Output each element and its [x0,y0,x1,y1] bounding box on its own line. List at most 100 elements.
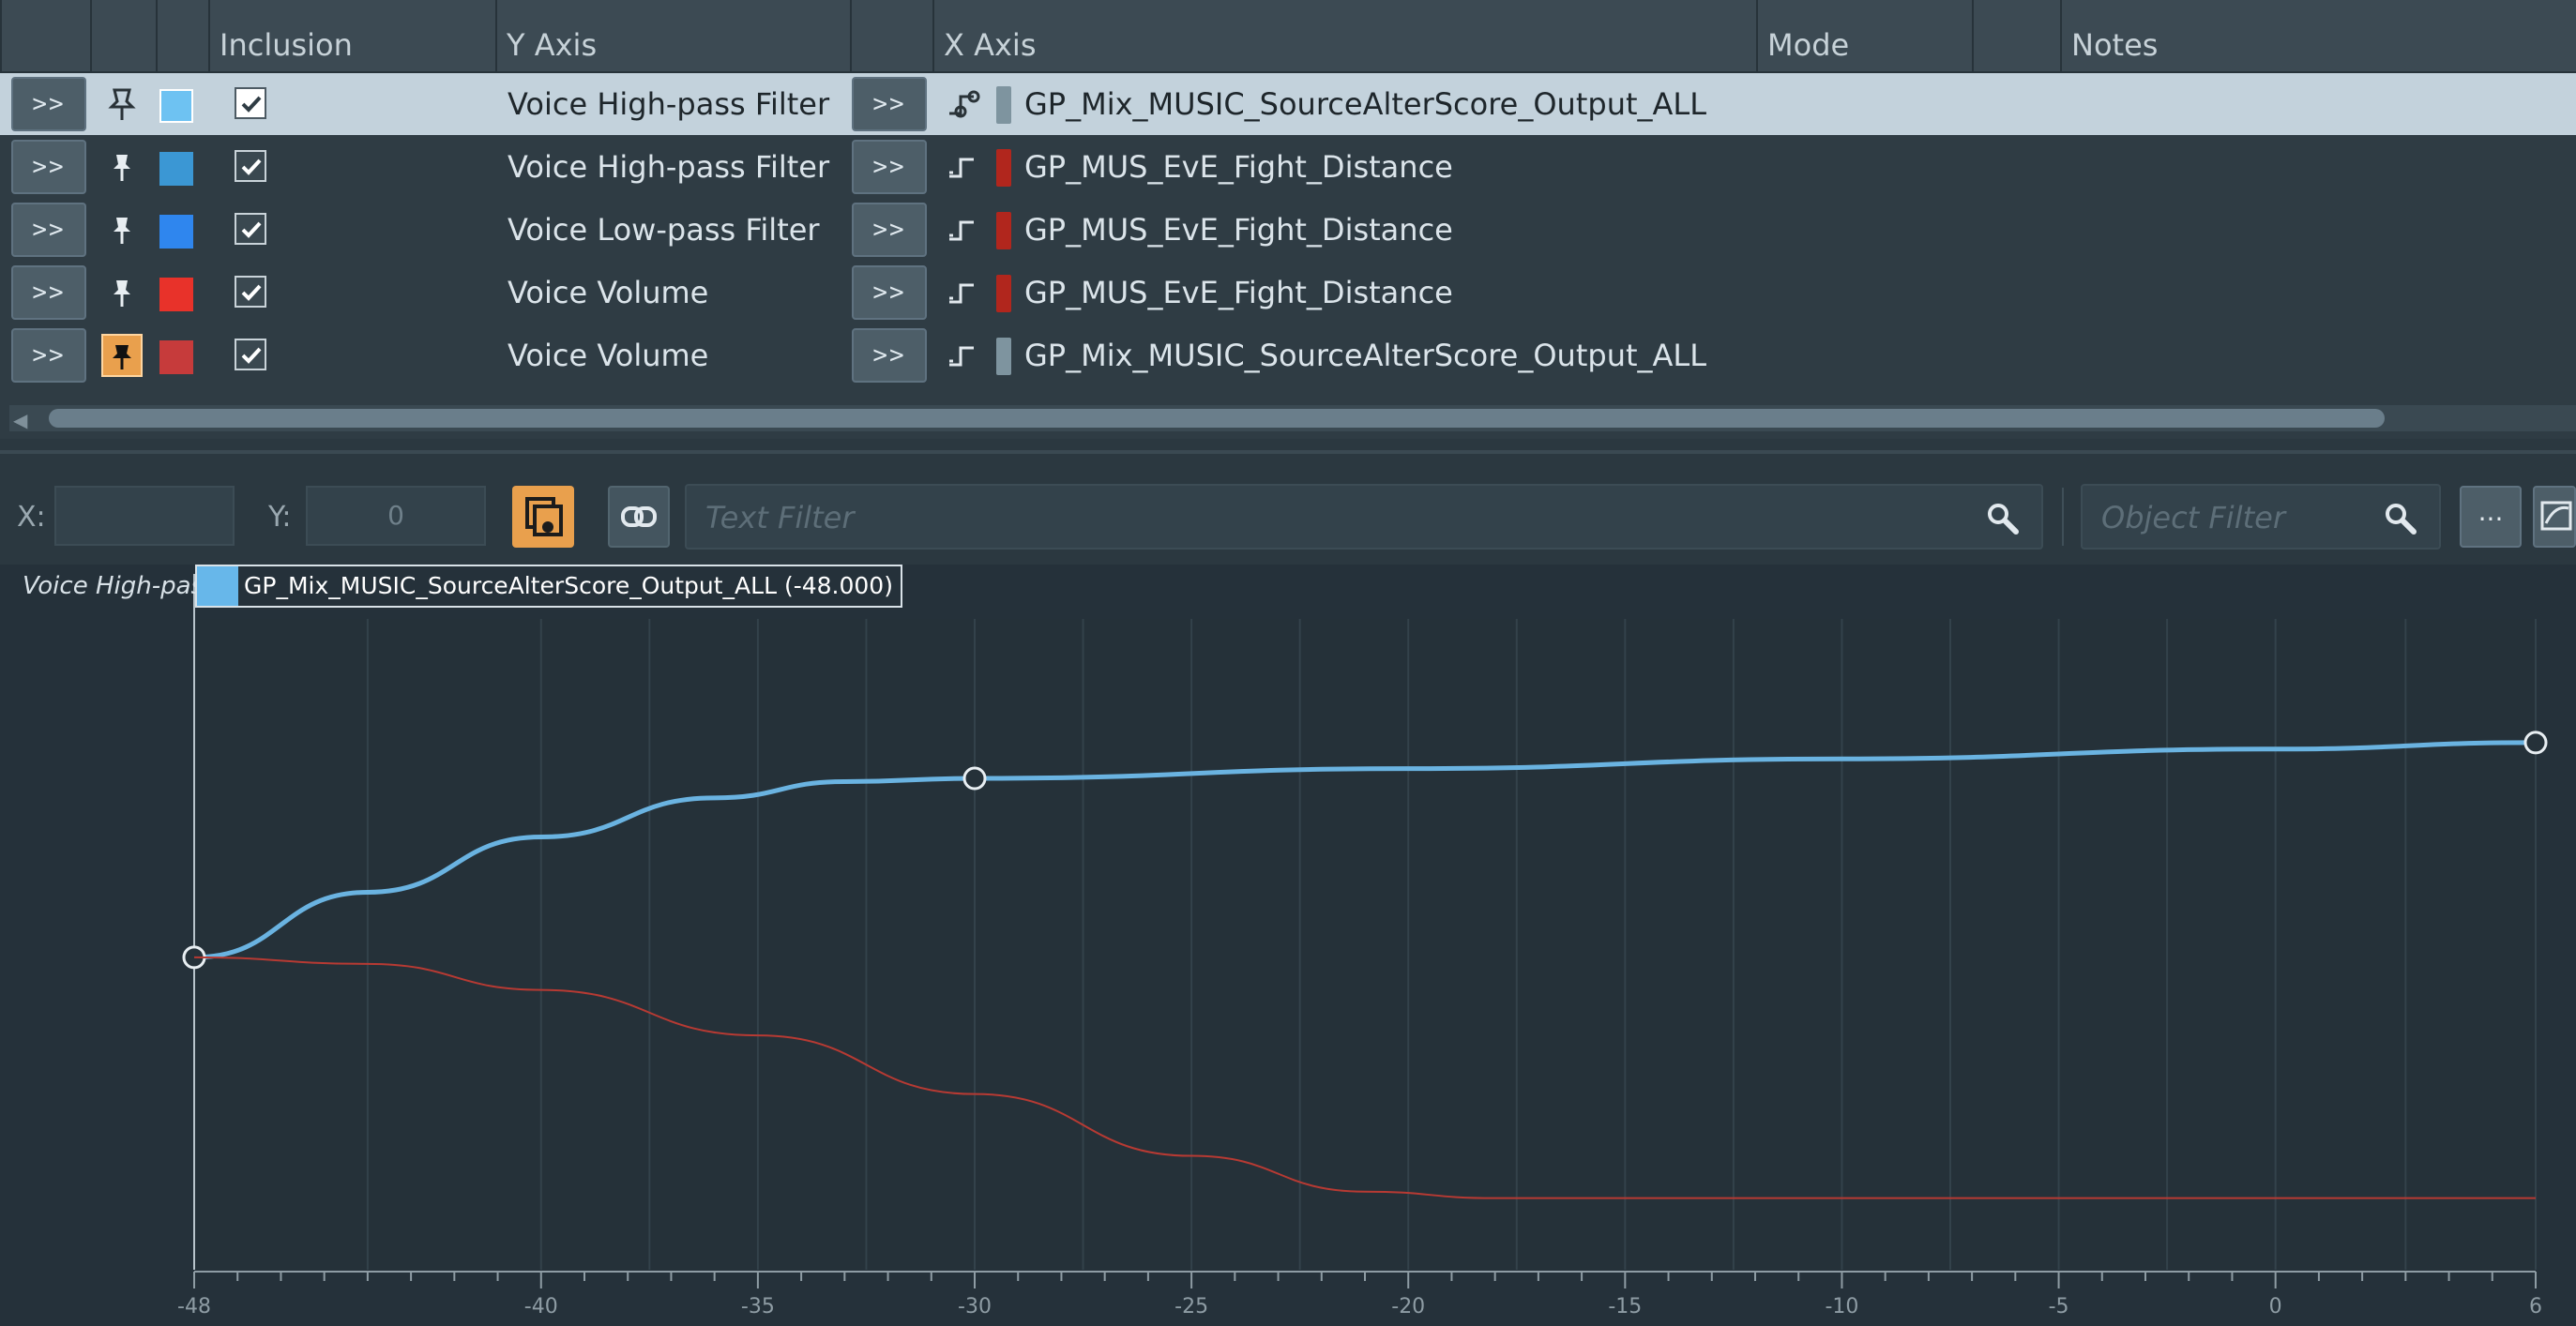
open-row-button[interactable]: >> [11,328,86,383]
pin-icon[interactable] [101,145,143,188]
curve-color-swatch[interactable] [159,152,193,186]
curve-color-swatch[interactable] [159,340,193,374]
table-row[interactable]: >> Voice High-pass Filter >> GP_MUS_EvE_Fig… [0,136,2576,198]
x-tick-label: -25 [1174,1295,1208,1318]
inclusion-checkbox[interactable] [235,276,266,308]
object-filter[interactable] [2081,484,2441,550]
inclusion-checkbox[interactable] [235,87,266,119]
y-axis-name: Voice High-pass Filter [508,149,830,185]
y-axis-name: Voice High-pass Filter [508,86,830,122]
curve-control-point[interactable] [2523,731,2548,755]
open-row-button[interactable]: >> [11,140,86,194]
open-row-button[interactable]: >> [11,77,86,131]
table-row[interactable]: >> Voice Low-pass Filter >> GP_MUS_EvE_Figh… [0,199,2576,261]
inclusion-checkbox[interactable] [235,150,266,182]
x-tick-label: -35 [741,1295,775,1318]
header-pin-col[interactable] [90,0,156,71]
game-parameter-icon [949,283,974,304]
table-row[interactable]: >> Voice Volume >> GP_Mix_MUSIC_SourceAlter… [0,324,2576,386]
curve-color-swatch[interactable] [159,278,193,311]
pin-icon[interactable] [101,208,143,251]
scrollbar-thumb[interactable] [49,409,2385,428]
curve-control-point[interactable] [962,766,987,791]
inclusion-checkbox[interactable] [235,213,266,245]
open-row-button[interactable]: >> [11,265,86,320]
text-filter-input[interactable] [704,486,1792,550]
pin-active-icon[interactable] [101,334,143,377]
open-x-axis-button[interactable]: >> [852,140,927,194]
pin-stack-icon [525,497,563,536]
open-x-axis-button[interactable]: >> [852,328,927,383]
header-color-col[interactable] [156,0,208,71]
open-x-axis-button[interactable]: >> [852,265,927,320]
game-parameter-icon [949,90,980,118]
open-row-button[interactable]: >> [11,203,86,257]
rtpc-graph[interactable]: -48 -40 -35 -30 -25 -20 -15 -10 -5 0 6 Voice High-… [0,565,2576,1326]
open-x-axis-button[interactable]: >> [852,203,927,257]
source-color-swatch [996,86,1011,124]
more-button[interactable]: ... [2460,486,2522,548]
link-icon [621,506,657,527]
open-x-axis-button[interactable]: >> [852,77,927,131]
source-color-swatch [996,338,1011,375]
game-parameter-icon [949,346,974,367]
x-axis-name: GP_Mix_MUSIC_SourceAlterScore_Output_ALL [1024,338,1707,373]
header-go-col[interactable] [0,0,90,71]
x-tick-label: -30 [958,1295,992,1318]
curve-view-icon [2540,501,2572,531]
point-tooltip: GP_Mix_MUSIC_SourceAlterScore_Output_ALL… [195,565,902,608]
pin-outline-icon[interactable] [101,83,143,126]
search-icon[interactable] [1985,501,2021,536]
y-value-field[interactable]: 0 [306,486,486,546]
link-button[interactable] [608,486,670,548]
y-axis-name: Voice Volume [508,338,709,373]
rtpc-table: Inclusion Y Axis X Axis Mode Notes >> Voi… [0,0,2576,439]
curve-view-button[interactable] [2533,486,2576,548]
y-label: Y: [268,501,292,534]
y-axis-name: Voice Low-pass Filter [508,212,820,248]
x-value-field[interactable] [54,486,235,546]
header-mode[interactable]: Mode [1756,0,1972,71]
tooltip-color-swatch [197,566,238,606]
header-y-go-col[interactable] [850,0,932,71]
curve-color-swatch[interactable] [159,215,193,249]
table-row[interactable]: >> Voice Volume >> GP_MUS_EvE_Fight_Distanc… [0,262,2576,324]
tooltip-text: GP_Mix_MUSIC_SourceAlterScore_Output_ALL… [244,572,893,599]
x-tick-label: -40 [524,1295,558,1318]
x-tick-label: -20 [1391,1295,1425,1318]
checkmark-icon [241,158,262,175]
object-filter-input[interactable] [2099,486,2388,550]
pin-icon[interactable] [101,271,143,314]
x-tick-label: -48 [177,1295,211,1318]
plot-area [194,619,2536,1270]
inclusion-checkbox[interactable] [235,339,266,370]
x-axis-name: GP_MUS_EvE_Fight_Distance [1024,212,1453,248]
header-inclusion[interactable]: Inclusion [208,0,495,71]
checkmark-icon [241,221,262,238]
x-tick-label: 0 [2269,1295,2282,1318]
text-filter[interactable] [685,484,2043,550]
table-header: Inclusion Y Axis X Axis Mode Notes [0,0,2576,73]
x-axis-name: GP_Mix_MUSIC_SourceAlterScore_Output_ALL [1024,86,1707,122]
source-color-swatch [996,212,1011,249]
x-tick-label: -15 [1608,1295,1642,1318]
graph-plot[interactable]: -48 -40 -35 -30 -25 -20 -15 -10 -5 0 6 [0,565,2576,1326]
y-axis-name: Voice Volume [508,275,709,310]
header-x-axis[interactable]: X Axis [932,0,1756,71]
header-blank-col[interactable] [1972,0,2060,71]
checkmark-icon [241,96,262,113]
x-axis-name: GP_MUS_EvE_Fight_Distance [1024,149,1453,185]
checkmark-icon [241,284,262,301]
curve-color-swatch[interactable] [159,89,193,123]
source-color-swatch [996,149,1011,187]
table-row[interactable]: >> Voice High-pass Filter >> GP_Mix_MUSIC_S… [0,73,2576,135]
checkmark-icon [241,347,262,364]
header-y-axis[interactable]: Y Axis [495,0,850,71]
scroll-left-arrow-icon[interactable]: ◀ [13,409,27,431]
search-icon[interactable] [2383,501,2418,536]
pin-toggle-button[interactable] [512,486,574,548]
game-parameter-icon [949,220,974,241]
header-notes[interactable]: Notes [2060,0,2576,71]
x-label: X: [17,501,46,534]
x-axis-name: GP_MUS_EvE_Fight_Distance [1024,275,1453,310]
